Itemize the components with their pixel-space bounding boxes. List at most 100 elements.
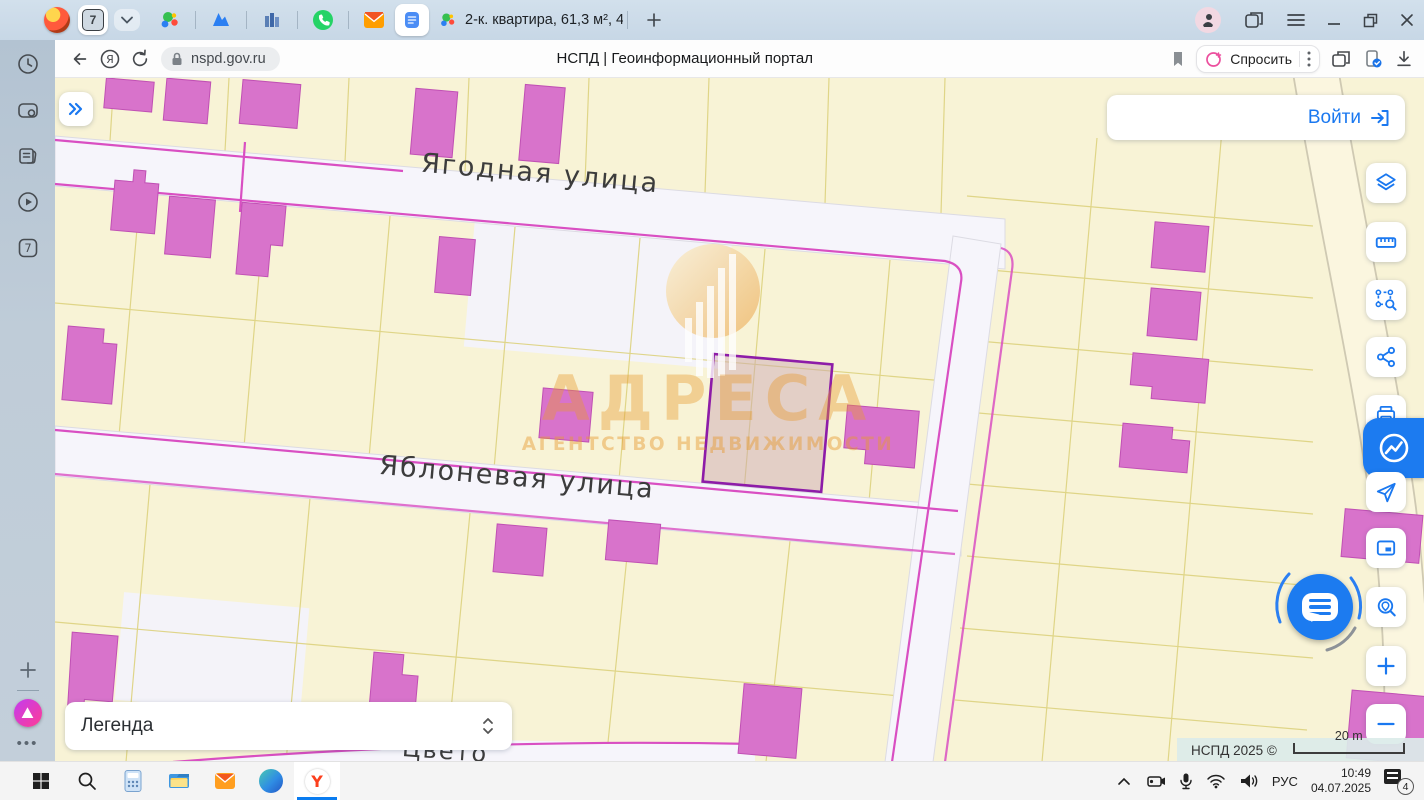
refresh-icon [130,49,150,69]
tray-microphone-icon[interactable] [1179,772,1193,790]
browser-sidebar: 7 ••• [0,40,55,762]
new-tab-button[interactable] [646,12,662,28]
expand-sidebar-button[interactable] [59,92,93,126]
services-dots-favicon [439,11,457,29]
yandex-home-button[interactable]: Я [95,44,125,74]
screenshot-camera-icon[interactable] [16,98,40,122]
feed-articles-icon[interactable] [16,144,40,168]
double-chevron-right-icon [66,99,86,119]
taskbar-search-button[interactable] [64,762,110,800]
page-title: НСПД | Геоинформационный портал [557,50,813,67]
pinned-tab-avito[interactable] [207,6,235,34]
legend-expand-icon[interactable] [480,716,496,736]
tab-apartment-listing[interactable]: 2-к. квартира, 61,3 м², 4/1 [439,11,623,29]
layers-tool-button[interactable] [1366,163,1406,203]
language-indicator[interactable]: РУС [1272,774,1298,789]
mail-envelope-icon [362,8,386,32]
lock-icon [169,51,185,67]
history-clock-icon[interactable] [16,52,40,76]
start-button[interactable] [18,762,64,800]
clock[interactable]: 10:49 04.07.2025 [1311,766,1371,796]
tray-volume-icon[interactable] [1239,773,1259,789]
sidebar-add-icon[interactable] [18,660,38,680]
tab-groups-icon[interactable]: 7 [16,236,40,260]
divider [195,11,196,29]
video-play-icon[interactable] [16,190,40,214]
sidebar-more-button[interactable]: ••• [17,735,39,752]
collections-icon[interactable] [1330,49,1352,69]
profile-avatar[interactable] [1195,7,1221,33]
back-arrow-icon [70,49,90,69]
zoom-in-button[interactable] [1366,646,1406,686]
calculator-icon [122,769,144,793]
share-tool-button[interactable] [1366,337,1406,377]
windows-taskbar: Y РУС 10:49 04.07.2025 4 [0,761,1424,800]
share-icon [1374,345,1398,369]
tray-wifi-icon[interactable] [1206,773,1226,789]
alice-icon [21,707,35,720]
restore-window-icon[interactable] [1363,13,1378,28]
taskbar-yandex-browser-button[interactable]: Y [294,762,340,800]
chat-support-button[interactable] [1287,574,1353,640]
mini-map-tool-button[interactable] [1366,528,1406,568]
pinned-tab-bank[interactable] [258,6,286,34]
taskbar-edge-button[interactable] [248,762,294,800]
legend-panel[interactable]: Легенда [65,702,512,750]
side-panels-icon[interactable] [1243,10,1265,30]
alice-assistant-button[interactable] [14,699,42,727]
object-search-button[interactable] [1366,587,1406,627]
minimize-window-icon[interactable] [1327,14,1341,26]
divider [1299,51,1300,67]
pinned-tab-mail[interactable] [360,6,388,34]
browser-tab-strip: 7 [0,0,1424,40]
bookmark-icon[interactable] [1170,50,1186,68]
locate-tool-button[interactable] [1366,472,1406,512]
download-icon[interactable] [1394,49,1414,69]
watermark-title: АДРЕСА [542,362,874,435]
ask-assistant-group: Спросить [1196,45,1320,73]
back-button[interactable] [65,44,95,74]
time: 10:49 [1311,766,1371,781]
kebab-menu-icon[interactable] [1307,51,1311,67]
map-canvas[interactable]: АДРЕСА АГЕНТСТВО НЕДВИЖИМОСТИ Ягодная ул… [55,78,1424,762]
svg-text:Я: Я [106,53,114,66]
tab-group-expand-button[interactable] [114,9,140,31]
taskbar-explorer-button[interactable] [156,762,202,800]
watermark-subtitle: АГЕНТСТВО НЕДВИЖИМОСТИ [522,434,894,455]
tray-chevron-up-icon[interactable] [1117,776,1131,786]
avito-icon [210,9,232,31]
mail-app-icon [213,769,237,793]
tab-group-count-badge: 7 [82,9,104,31]
login-button[interactable]: Войти [1308,107,1361,129]
login-panel[interactable]: Войти [1107,95,1405,140]
area-search-tool-button[interactable] [1366,280,1406,320]
windows-logo-icon [32,772,50,790]
divider [246,11,247,29]
protect-check-icon[interactable] [1362,48,1384,70]
taskbar-mail-button[interactable] [202,762,248,800]
close-window-icon[interactable] [1400,13,1414,27]
active-pinned-tab-nspd[interactable] [395,4,429,36]
pinned-tab-whatsapp[interactable] [309,6,337,34]
url-text: nspd.gov.ru [191,51,266,67]
yandex-ya-icon: Я [99,48,121,70]
notification-center-button[interactable]: 4 [1384,769,1414,793]
measure-tool-button[interactable] [1366,222,1406,262]
profile-figure-icon [1200,12,1216,28]
map-attribution: НСПД 2025 © 20 m [1177,738,1424,762]
divider [627,11,628,29]
tab-group-chip[interactable]: 7 [78,5,108,35]
menu-hamburger-icon[interactable] [1287,13,1305,27]
pinned-tab-services[interactable] [156,6,184,34]
address-bar[interactable]: nspd.gov.ru [161,47,280,71]
layers-icon [1374,171,1398,195]
refresh-button[interactable] [125,44,155,74]
tray-camera-icon[interactable] [1144,773,1166,789]
ask-button[interactable]: Спросить [1230,51,1292,67]
taskbar-calculator-button[interactable] [110,762,156,800]
assistant-widget-bubble[interactable] [1363,418,1424,478]
document-icon [401,9,423,31]
locate-arrow-icon [1374,480,1398,504]
scale-label: 20 m [1295,729,1403,743]
browser-toolbar: Я nspd.gov.ru НСПД | Геоинформационный п… [55,40,1424,78]
